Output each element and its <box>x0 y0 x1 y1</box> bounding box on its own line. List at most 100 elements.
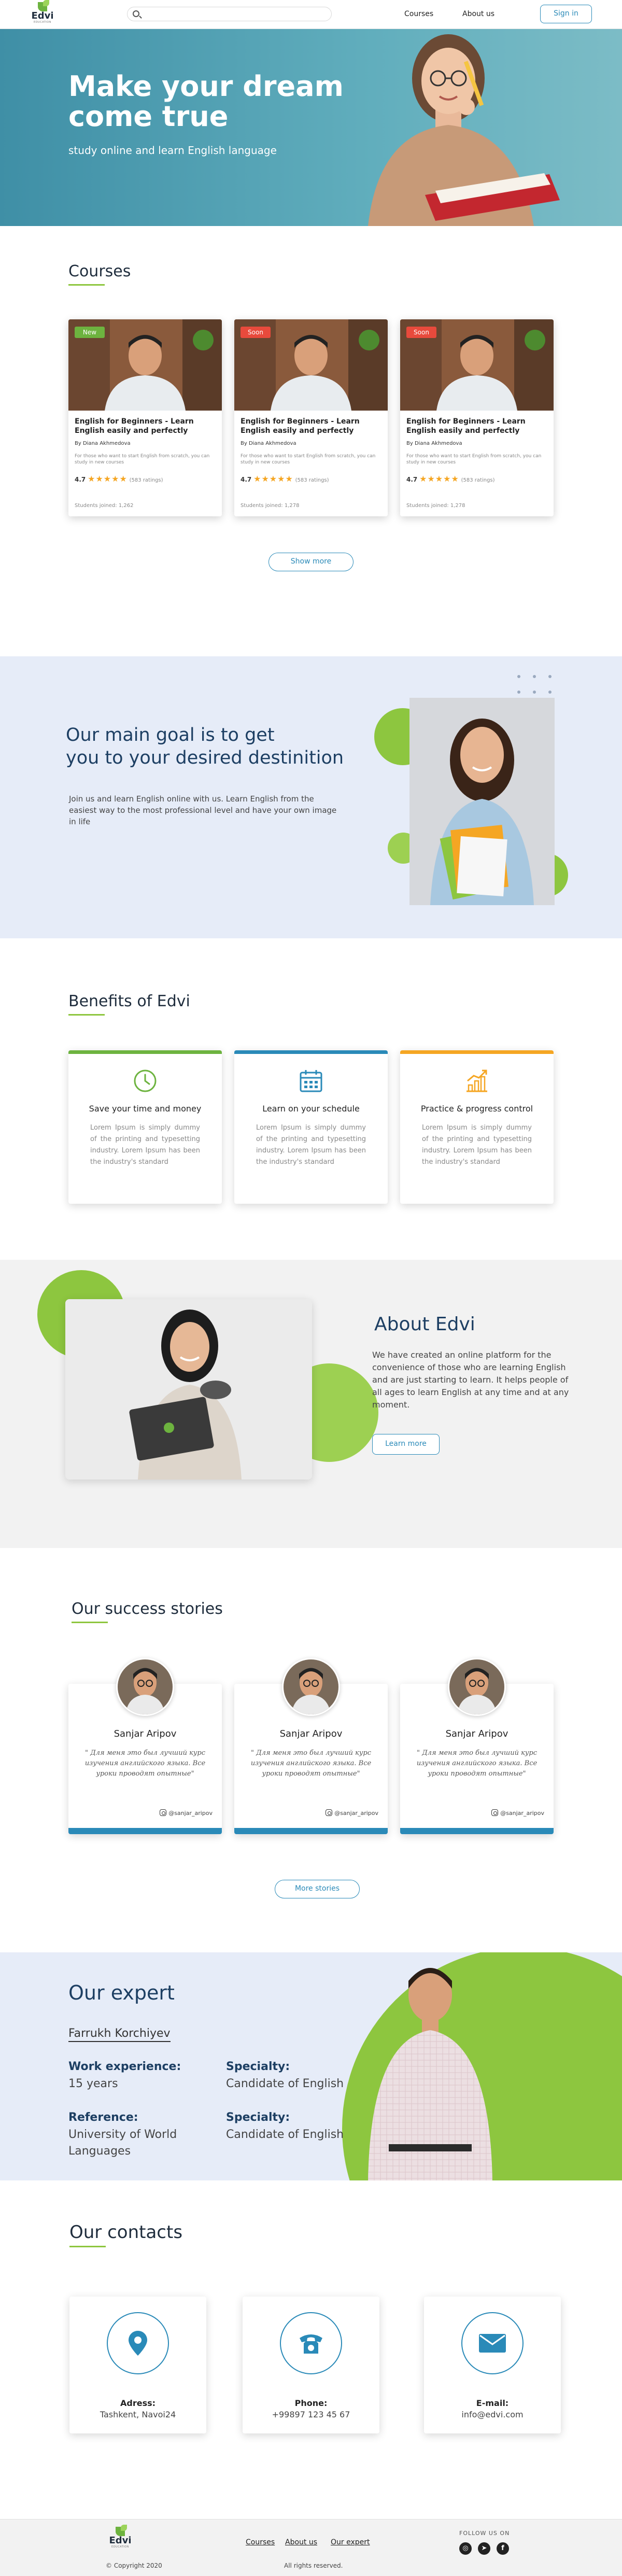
title-underline <box>72 1622 108 1623</box>
course-card[interactable]: Soon English for Beginners - Learn Engli… <box>234 319 388 516</box>
contact-card: Phone: +99897 123 45 67 <box>243 2297 379 2433</box>
success-stories-section: Our success stories Sanjar Aripov " Для … <box>0 1548 622 1952</box>
reference-label: Reference: <box>68 2111 138 2124</box>
benefit-card: Practice & progress control Lorem Ipsum … <box>400 1050 554 1204</box>
avatar <box>116 1658 174 1716</box>
story-quote: " Для меня это был лучший курс изучения … <box>250 1749 372 1778</box>
story-author-name: Sanjar Aripov <box>279 1728 343 1739</box>
stories-title: Our success stories <box>72 1600 223 1618</box>
benefit-text: Lorem Ipsum is simply dummy of the print… <box>90 1124 200 1166</box>
benefit-card: Save your time and money Lorem Ipsum is … <box>68 1050 222 1204</box>
benefit-title: Learn on your schedule <box>262 1104 360 1114</box>
leaf-icon <box>116 2525 127 2536</box>
students-joined: Students joined: 1,262 <box>75 503 134 509</box>
rights-text: All rights reserved. <box>284 2562 343 2569</box>
phone-icon <box>300 2334 322 2354</box>
instagram-icon <box>491 1809 499 1816</box>
benefit-title: Practice & progress control <box>420 1104 533 1114</box>
contact-label: Adress: <box>120 2398 156 2408</box>
title-underline <box>68 284 105 286</box>
clock-icon <box>134 1069 157 1092</box>
footer-link-expert[interactable]: Our expert <box>331 2538 370 2546</box>
contact-label: Phone: <box>294 2398 328 2408</box>
goal-text: Join us and learn English online with us… <box>69 794 337 826</box>
contact-value[interactable]: +99897 123 45 67 <box>243 2410 379 2419</box>
students-joined: Students joined: 1,278 <box>406 503 465 509</box>
icon-circle <box>280 2312 342 2374</box>
copyright-text: © Copyright 2020 <box>106 2562 162 2569</box>
nav-courses-link[interactable]: Courses <box>404 10 433 18</box>
logo[interactable]: Edvi EDUCATION <box>28 0 57 27</box>
benefits-section: Benefits of Edvi Save your time and mone… <box>0 938 622 1260</box>
course-title[interactable]: English for Beginners - Learn English ea… <box>406 417 549 435</box>
rating-value: 4.7 <box>75 476 86 483</box>
follow-us-label: FOLLOW US ON <box>459 2530 510 2537</box>
specialty-value: Candidate of English <box>226 2077 344 2090</box>
site-footer: Edvi EDUCATION Courses About us Our expe… <box>0 2519 622 2576</box>
instagram-icon <box>326 1809 333 1816</box>
rating-count: (583 ratings) <box>461 477 495 483</box>
footer-logo[interactable]: Edvi EDUCATION <box>106 2525 135 2552</box>
hero-woman-image <box>368 34 560 226</box>
contacts-section: Our contacts Adress: Tashkent, Navoi24 P… <box>0 2180 622 2519</box>
goal-title-line: Our main goal is to get <box>66 725 275 745</box>
facebook-icon[interactable]: f <box>497 2542 509 2555</box>
instagram-handle[interactable]: @sanjar_aripov <box>491 1809 544 1817</box>
footer-link-about[interactable]: About us <box>285 2538 317 2546</box>
rating-value: 4.7 <box>241 476 252 483</box>
footer-link-courses[interactable]: Courses <box>246 2538 275 2546</box>
location-pin-icon <box>129 2331 147 2356</box>
leaf-icon <box>38 0 49 11</box>
learn-more-button[interactable]: Learn more <box>372 1434 440 1455</box>
show-more-button[interactable]: Show more <box>268 553 354 571</box>
course-card[interactable]: New English for Beginners - Learn Englis… <box>68 319 222 516</box>
contact-label: E-mail: <box>476 2398 509 2408</box>
course-card[interactable]: Soon English for Beginners - Learn Engli… <box>400 319 554 516</box>
rating-value: 4.7 <box>406 476 418 483</box>
work-experience-value: 15 years <box>68 2077 118 2090</box>
course-author: By Diana Akhmedova <box>241 441 296 446</box>
goal-section: Our main goal is to get you to your desi… <box>0 656 622 938</box>
telegram-icon[interactable]: ➤ <box>478 2542 490 2555</box>
story-quote: " Для меня это был лучший курс изучения … <box>416 1749 538 1778</box>
course-author: By Diana Akhmedova <box>75 441 131 446</box>
story-card: Sanjar Aripov " Для меня это был лучший … <box>400 1658 554 1834</box>
more-stories-button[interactable]: More stories <box>275 1880 360 1898</box>
expert-section-title: Our expert <box>68 1981 175 2004</box>
specialty-label: Specialty: <box>226 2111 290 2124</box>
course-rating: 4.7 ★★★★★ (583 ratings) <box>406 474 495 484</box>
course-author: By Diana Akhmedova <box>406 441 462 446</box>
contact-value[interactable]: Tashkent, Navoi24 <box>69 2410 206 2419</box>
benefit-text: Lorem Ipsum is simply dummy of the print… <box>256 1124 366 1166</box>
course-badge: Soon <box>241 327 271 338</box>
about-text: We have created an online platform for t… <box>372 1350 569 1410</box>
sign-in-button[interactable]: Sign in <box>540 5 592 23</box>
instagram-handle[interactable]: @sanjar_aripov <box>160 1809 213 1817</box>
course-rating: 4.7 ★★★★★ (583 ratings) <box>241 474 329 484</box>
expert-section: Our expert Farrukh Korchiyev Work experi… <box>0 1952 622 2180</box>
course-rating: 4.7 ★★★★★ (583 ratings) <box>75 474 163 484</box>
instagram-icon[interactable]: ◎ <box>459 2542 472 2555</box>
goal-title: Our main goal is to get you to your desi… <box>66 724 387 769</box>
about-title: About Edvi <box>374 1314 475 1335</box>
course-description: For those who want to start English from… <box>241 454 376 465</box>
about-section: About Edvi We have created an online pla… <box>0 1260 622 1548</box>
search-bar[interactable] <box>127 7 332 21</box>
course-title[interactable]: English for Beginners - Learn English ea… <box>75 417 218 435</box>
contact-card: E-mail: info@edvi.com <box>424 2297 561 2433</box>
hero-banner: Make your dream come true study online a… <box>0 29 622 226</box>
icon-circle <box>461 2312 524 2374</box>
specialty-value: Candidate of English <box>226 2128 344 2141</box>
envelope-icon <box>479 2334 506 2353</box>
nav-about-link[interactable]: About us <box>462 10 494 18</box>
hero-title: Make your dream come true <box>68 70 344 133</box>
instagram-handle[interactable]: @sanjar_aripov <box>326 1809 378 1817</box>
reference-value: University of World Languages <box>68 2128 177 2158</box>
search-icon <box>133 10 139 17</box>
contact-value[interactable]: info@edvi.com <box>424 2410 561 2419</box>
about-image <box>65 1299 312 1480</box>
course-title[interactable]: English for Beginners - Learn English ea… <box>241 417 384 435</box>
benefit-title: Save your time and money <box>89 1104 202 1114</box>
search-input[interactable] <box>143 9 324 19</box>
logo-text: Edvi <box>31 10 54 21</box>
